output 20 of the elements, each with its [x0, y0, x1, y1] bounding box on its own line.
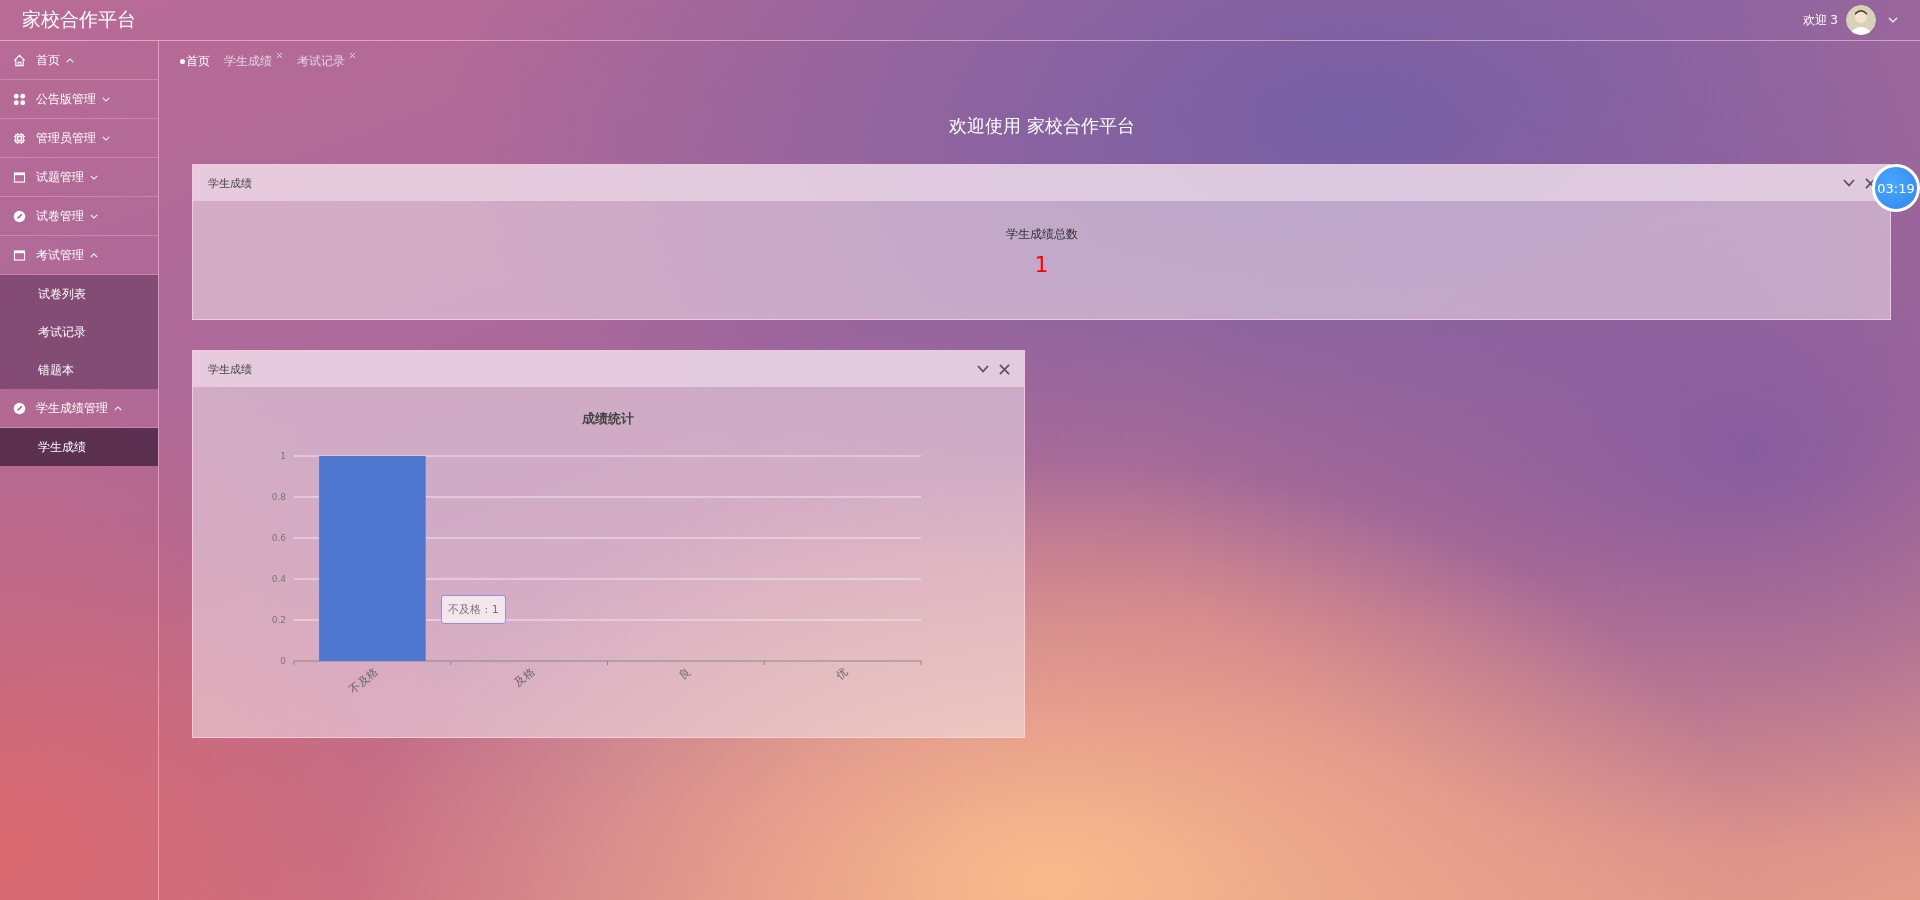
chart-tooltip: 不及格 : 1: [441, 595, 506, 624]
chart-title: 成绩统计: [582, 411, 634, 426]
axis-tick-label: 0.8: [271, 492, 286, 502]
axis-tick-label: 0.2: [271, 615, 286, 625]
timer-badge: 03:19: [1872, 164, 1920, 212]
axis-tick-label: 0.6: [271, 533, 286, 543]
axis-tick-label: 0.4: [271, 574, 286, 584]
stat-value: 1: [1034, 252, 1049, 277]
axis-category-label: 优: [833, 665, 851, 683]
axis-category-label: 及格: [511, 665, 538, 690]
stat-caption: 学生成绩总数: [1005, 227, 1078, 242]
card-title: 学生成绩: [208, 175, 252, 191]
page-title: 欢迎使用 家校合作平台: [948, 114, 1136, 138]
app-title: 家校合作平台: [22, 7, 136, 32]
greeting-text: 欢迎 3: [1802, 11, 1838, 29]
axis-tick-label: 0: [280, 656, 286, 666]
card-title: 学生成绩: [208, 361, 252, 377]
axis-category-label: 良: [677, 665, 694, 683]
axis-tick-label: 1: [280, 451, 286, 461]
axis-category-label: 不及格: [346, 665, 381, 697]
